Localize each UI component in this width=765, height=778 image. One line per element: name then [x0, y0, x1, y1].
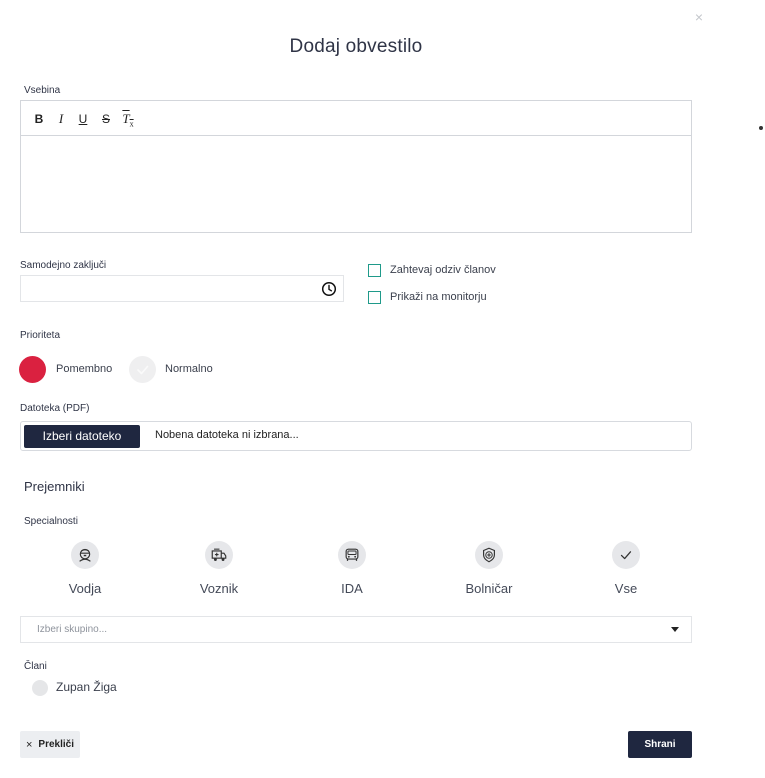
underline-button[interactable]: U	[76, 111, 90, 127]
bold-button[interactable]: B	[32, 111, 46, 127]
request-response-checkbox[interactable]	[368, 264, 381, 277]
recipients-heading: Prejemniki	[24, 479, 85, 494]
check-icon	[137, 365, 149, 375]
auto-close-label: Samodejno zaključi	[20, 260, 107, 271]
leader-icon	[71, 541, 99, 569]
bullet-dot	[759, 126, 763, 130]
cancel-button-label: Prekliči	[38, 739, 75, 750]
specialty-label: Voznik	[199, 581, 239, 596]
specialty-voznik[interactable]: Voznik	[169, 541, 269, 596]
specialty-label: Bolničar	[465, 581, 513, 596]
priority-important-radio[interactable]	[19, 356, 46, 383]
show-on-monitor-checkbox[interactable]	[368, 291, 381, 304]
dialog-title: Dodaj obvestilo	[289, 36, 423, 57]
cancel-button[interactable]: × Prekliči	[20, 731, 80, 758]
clear-format-button[interactable]: Tx	[121, 111, 135, 129]
priority-important-label: Pomembno	[56, 363, 113, 375]
specialty-label: IDA	[341, 581, 363, 596]
specialty-label: Vse	[614, 581, 638, 596]
member-select-radio[interactable]	[32, 680, 48, 696]
priority-label: Prioriteta	[20, 330, 61, 341]
ambulance-icon	[205, 541, 233, 569]
specialty-bolnicar[interactable]: Bolničar	[439, 541, 539, 596]
specialties-label: Specialnosti	[24, 516, 78, 527]
member-name: Zupan Žiga	[56, 680, 117, 694]
group-select[interactable]: Izberi skupino...	[20, 616, 692, 643]
vehicle-icon	[338, 541, 366, 569]
file-status: Nobena datoteka ni izbrana...	[155, 429, 299, 441]
request-response-label: Zahtevaj odziv članov	[390, 264, 496, 276]
close-icon: ×	[25, 738, 33, 751]
chevron-down-icon	[671, 627, 679, 632]
auto-close-time-input[interactable]	[20, 275, 344, 302]
editor-toolbar: B I U S Tx	[21, 101, 691, 136]
choose-file-button[interactable]: Izberi datoteko	[24, 425, 140, 448]
priority-normal-radio[interactable]	[129, 356, 156, 383]
specialty-ida[interactable]: IDA	[302, 541, 402, 596]
rich-text-editor: B I U S Tx	[20, 100, 692, 233]
specialty-vse[interactable]: Vse	[576, 541, 676, 596]
clock-icon[interactable]	[321, 281, 337, 297]
priority-normal-label: Normalno	[165, 363, 213, 375]
clear-format-icon: T	[122, 111, 130, 126]
save-button[interactable]: Shrani	[628, 731, 692, 758]
strikethrough-button[interactable]: S	[99, 111, 113, 127]
checkmark-icon	[612, 541, 640, 569]
file-input[interactable]: Izberi datoteko Nobena datoteka ni izbra…	[20, 421, 692, 451]
show-on-monitor-label: Prikaži na monitorju	[390, 291, 487, 303]
medic-shield-icon	[475, 541, 503, 569]
content-label: Vsebina	[24, 85, 61, 96]
specialty-label: Vodja	[68, 581, 102, 596]
specialty-vodja[interactable]: Vodja	[35, 541, 135, 596]
italic-button[interactable]: I	[54, 111, 68, 127]
group-select-placeholder: Izberi skupino...	[37, 624, 108, 635]
editor-content-area[interactable]	[21, 137, 691, 233]
file-label: Datoteka (PDF)	[20, 403, 90, 414]
members-label: Člani	[24, 661, 47, 672]
close-icon[interactable]: ×	[692, 8, 706, 26]
